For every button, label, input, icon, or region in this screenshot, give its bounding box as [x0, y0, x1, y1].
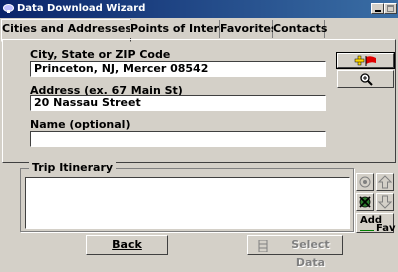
move-down-button[interactable]: [376, 193, 394, 211]
move-up-icon: [378, 175, 392, 189]
maximize-button[interactable]: [384, 3, 397, 14]
city-field[interactable]: Princeton, NJ, Mercer 08542: [30, 61, 326, 77]
trip-itinerary-group: Trip Itinerary: [20, 161, 354, 232]
add-to-itinerary-button[interactable]: [336, 52, 395, 69]
tab-points-of-interest[interactable]: Points of Interest: [130, 20, 238, 38]
zoom-in-icon: [360, 73, 373, 86]
gps-target-button[interactable]: [356, 173, 374, 191]
tab-contacts[interactable]: Contacts: [273, 20, 327, 38]
select-data-button[interactable]: Select Data: [247, 235, 343, 269]
add-favorite-button[interactable]: Add Fav: [356, 213, 396, 234]
move-down-icon: [378, 195, 392, 209]
name-label: Name (optional): [30, 118, 131, 131]
delete-icon: [359, 196, 371, 208]
move-up-button[interactable]: [376, 173, 394, 191]
delete-button[interactable]: [356, 193, 374, 211]
app-icon: [3, 4, 14, 13]
minimize-button[interactable]: [371, 3, 384, 14]
address-field[interactable]: 20 Nassau Street: [30, 95, 326, 111]
add-to-itinerary-icon: [354, 55, 376, 66]
name-field[interactable]: [30, 131, 326, 147]
city-label: City, State or ZIP Code: [30, 48, 171, 61]
back-button[interactable]: Back: [86, 235, 168, 255]
zoom-in-button[interactable]: [337, 70, 394, 88]
trip-itinerary-label: Trip Itinerary: [29, 161, 117, 174]
tab-favorites[interactable]: Favorites: [220, 20, 277, 38]
window-title: Data Download Wizard: [17, 3, 146, 14]
title-bar: Data Download Wizard: [0, 0, 398, 18]
select-data-icon: [258, 240, 268, 252]
trip-itinerary-list[interactable]: [25, 177, 350, 229]
gps-target-icon: [359, 176, 371, 188]
